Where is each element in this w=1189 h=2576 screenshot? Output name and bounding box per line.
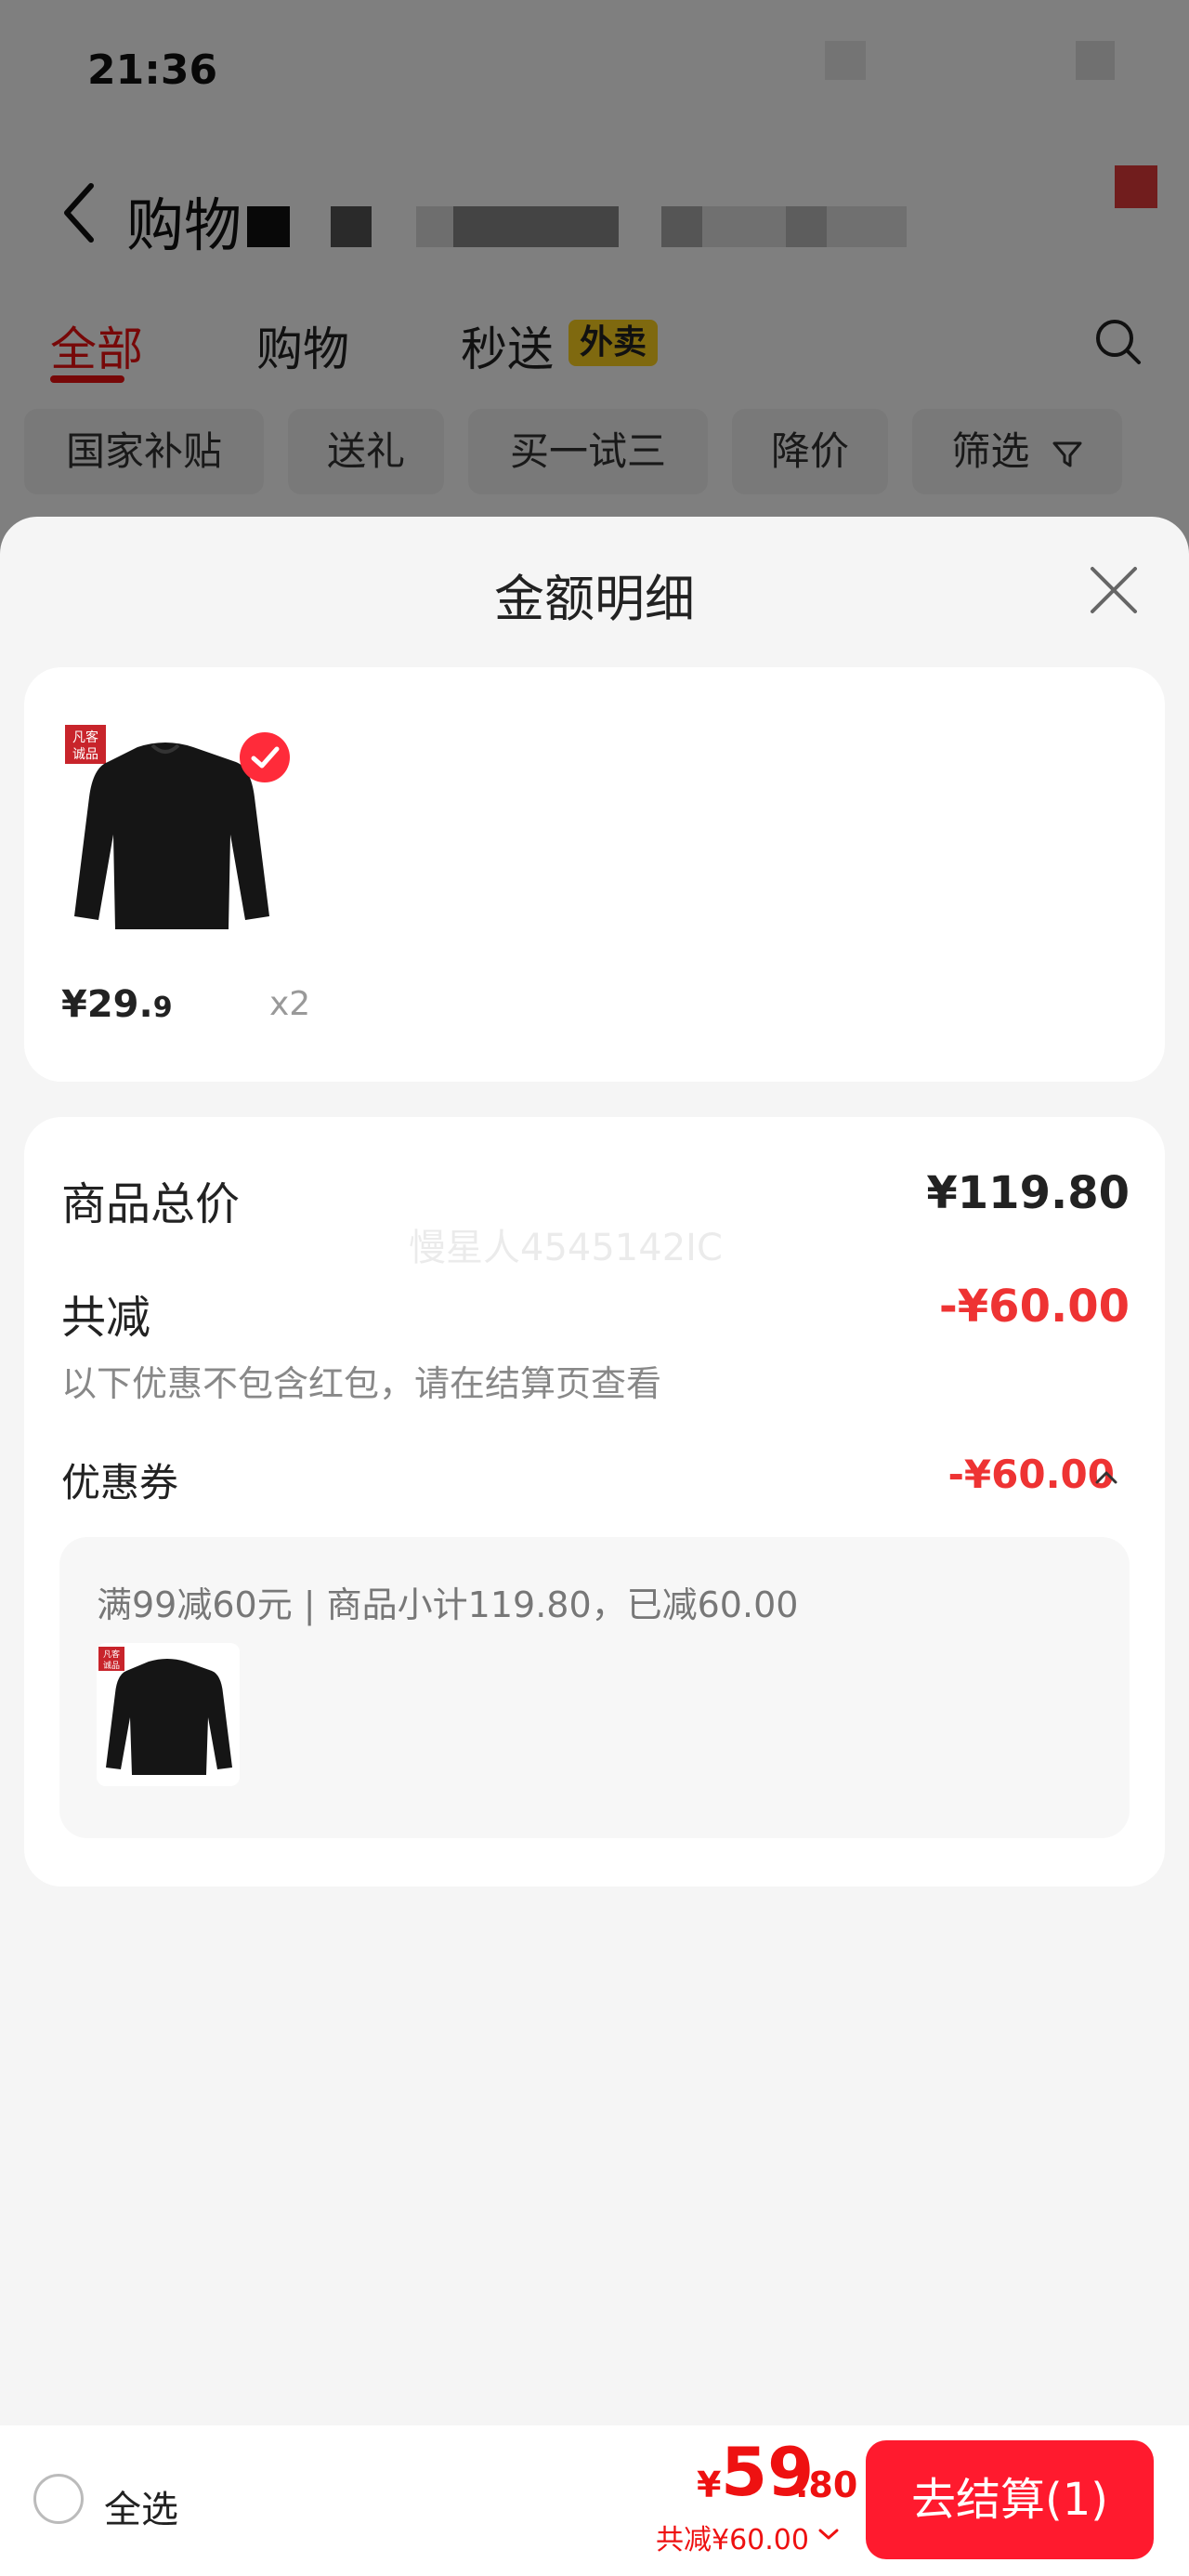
coupon-product-image: 凡客 诚品 [97,1643,240,1786]
chevron-up-icon[interactable] [1094,1468,1118,1487]
chevron-down-icon[interactable] [817,2526,840,2543]
close-icon[interactable] [1089,565,1139,615]
svg-text:诚品: 诚品 [72,747,98,762]
svg-text:诚品: 诚品 [103,1660,120,1671]
svg-text:凡客: 凡客 [103,1649,120,1660]
select-all-checkbox[interactable] [33,2474,84,2524]
coupon-label: 优惠券 [61,1460,179,1505]
product-price: ¥29.9 [61,983,173,1026]
discount-label: 共减 [61,1292,151,1344]
coupon-description: 满99减60元 | 商品小计119.80，已减60.00 [97,1584,799,1625]
total-saved[interactable]: 共减¥60.00 [656,2517,809,2557]
total-price-dec: .80 [795,2464,858,2505]
product-price-dec: 9 [152,992,173,1024]
svg-text:凡客: 凡客 [72,729,98,745]
selected-check-icon[interactable] [240,732,290,782]
coupon-amount[interactable]: -¥60.00 [947,1452,1115,1497]
total-currency: ¥ [697,2464,722,2505]
select-all-label[interactable]: 全选 [104,2479,178,2533]
total-price-label: 商品总价 [61,1178,241,1230]
dim-overlay[interactable] [0,0,1189,558]
sheet-title: 金额明细 [494,570,695,628]
product-quantity: x2 [269,985,311,1023]
total-price-amount: ¥119.80 [926,1167,1130,1219]
product-price-int: ¥29. [61,983,153,1026]
discount-amount: -¥60.00 [938,1281,1130,1333]
watermark: 慢星人4545142IC [409,1227,723,1269]
checkout-button[interactable]: 去结算(1) [866,2440,1154,2559]
discount-note: 以下优惠不包含红包，请在结算页查看 [61,1363,662,1404]
